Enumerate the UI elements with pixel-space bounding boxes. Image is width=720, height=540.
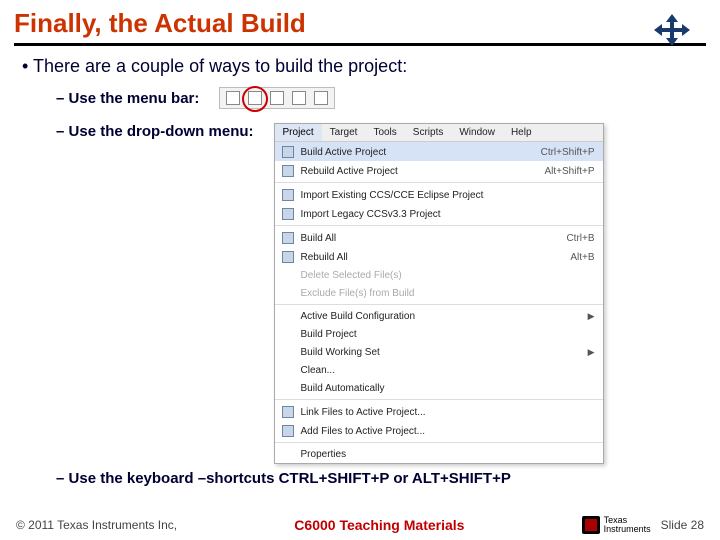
sub-bullet-keyboard: Use the keyboard –shortcuts CTRL+SHIFT+P… bbox=[56, 470, 720, 487]
menu-item-label: Import Existing CCS/CCE Eclipse Project bbox=[301, 190, 595, 201]
menubar-item[interactable]: Tools bbox=[365, 124, 404, 141]
menu-item[interactable]: Rebuild Active Project Alt+Shift+P bbox=[275, 161, 603, 180]
menu-item-shortcut: Alt+B bbox=[570, 252, 594, 263]
menu-item-icon bbox=[279, 406, 297, 418]
menu-item-label: Link Files to Active Project... bbox=[301, 407, 595, 418]
menu-item[interactable]: Build Active Project Ctrl+Shift+P bbox=[275, 142, 603, 161]
menu-bar: ProjectTargetToolsScriptsWindowHelp bbox=[275, 124, 603, 142]
menubar-item[interactable]: Target bbox=[322, 124, 366, 141]
ti-logo-text: TexasInstruments bbox=[604, 516, 651, 534]
menu-item-label: Build All bbox=[301, 233, 555, 244]
sub-bullet-dropdown: Use the drop-down menu: bbox=[56, 123, 254, 140]
menu-separator bbox=[275, 399, 603, 400]
slide-number: Slide 28 bbox=[661, 518, 704, 532]
sub-bullet-menubar: Use the menu bar: bbox=[56, 90, 199, 107]
menu-item-label: Build Project bbox=[301, 329, 595, 340]
menu-item: Delete Selected File(s) bbox=[275, 266, 603, 284]
menu-item[interactable]: Import Legacy CCSv3.3 Project bbox=[275, 204, 603, 223]
menu-item[interactable]: Link Files to Active Project... bbox=[275, 402, 603, 421]
menu-item-label: Build Working Set bbox=[301, 347, 580, 358]
menu-separator bbox=[275, 225, 603, 226]
menu-item-shortcut: Alt+Shift+P bbox=[544, 166, 594, 177]
menu-item-label: Build Automatically bbox=[301, 383, 595, 394]
slide-title: Finally, the Actual Build bbox=[0, 0, 720, 43]
menubar-item[interactable]: Scripts bbox=[405, 124, 452, 141]
main-bullet: There are a couple of ways to build the … bbox=[22, 56, 720, 77]
menu-item[interactable]: Add Files to Active Project... bbox=[275, 421, 603, 440]
menu-item[interactable]: Active Build Configuration ▶ bbox=[275, 307, 603, 325]
submenu-arrow-icon: ▶ bbox=[588, 347, 595, 358]
toolbar-icon bbox=[226, 91, 240, 105]
submenu-arrow-icon: ▶ bbox=[588, 311, 595, 322]
toolbar-icon bbox=[292, 91, 306, 105]
menu-item[interactable]: Build All Ctrl+B bbox=[275, 228, 603, 247]
menu-item[interactable]: Build Automatically bbox=[275, 379, 603, 397]
toolbar-icon bbox=[314, 91, 328, 105]
menu-item-label: Delete Selected File(s) bbox=[301, 270, 595, 281]
menu-item-shortcut: Ctrl+B bbox=[566, 233, 594, 244]
menu-item-label: Rebuild All bbox=[301, 252, 559, 263]
menu-item-icon bbox=[279, 165, 297, 177]
menu-item-label: Active Build Configuration bbox=[301, 311, 580, 322]
university-logo bbox=[648, 12, 696, 60]
menu-item[interactable]: Clean... bbox=[275, 361, 603, 379]
menu-item-icon bbox=[279, 208, 297, 220]
menu-separator bbox=[275, 182, 603, 183]
menu-separator bbox=[275, 304, 603, 305]
menu-item-label: Properties bbox=[301, 449, 595, 460]
menubar-item[interactable]: Project bbox=[275, 124, 322, 141]
footer: © 2011 Texas Instruments Inc, C6000 Teac… bbox=[0, 516, 720, 534]
menubar-item[interactable]: Help bbox=[503, 124, 540, 141]
menu-item-label: Exclude File(s) from Build bbox=[301, 288, 595, 299]
menu-item[interactable]: Build Project bbox=[275, 325, 603, 343]
dropdown-menu-screenshot: ProjectTargetToolsScriptsWindowHelp Buil… bbox=[274, 123, 604, 464]
menu-item-label: Add Files to Active Project... bbox=[301, 426, 595, 437]
footer-center: C6000 Teaching Materials bbox=[177, 517, 581, 533]
menu-item-icon bbox=[279, 189, 297, 201]
menu-item-icon bbox=[279, 146, 297, 158]
menu-item-icon bbox=[279, 251, 297, 263]
menu-item: Exclude File(s) from Build bbox=[275, 284, 603, 302]
copyright: © 2011 Texas Instruments Inc, bbox=[16, 518, 177, 532]
toolbar-icon bbox=[270, 91, 284, 105]
menu-item-icon bbox=[279, 425, 297, 437]
toolbar-screenshot bbox=[219, 87, 335, 109]
menu-item[interactable]: Import Existing CCS/CCE Eclipse Project bbox=[275, 185, 603, 204]
title-rule bbox=[14, 43, 706, 46]
menu-item-label: Clean... bbox=[301, 365, 595, 376]
ti-chip-icon bbox=[582, 516, 600, 534]
menu-item-label: Rebuild Active Project bbox=[301, 166, 533, 177]
highlight-circle bbox=[242, 86, 268, 112]
menu-item-shortcut: Ctrl+Shift+P bbox=[541, 147, 595, 158]
menu-item-label: Build Active Project bbox=[301, 147, 529, 158]
menu-item-icon bbox=[279, 232, 297, 244]
menu-item[interactable]: Build Working Set ▶ bbox=[275, 343, 603, 361]
menu-item-label: Import Legacy CCSv3.3 Project bbox=[301, 209, 595, 220]
menu-item[interactable]: Rebuild All Alt+B bbox=[275, 247, 603, 266]
menu-item[interactable]: Properties bbox=[275, 445, 603, 463]
menubar-item[interactable]: Window bbox=[451, 124, 503, 141]
ti-logo: TexasInstruments bbox=[582, 516, 651, 534]
menu-separator bbox=[275, 442, 603, 443]
